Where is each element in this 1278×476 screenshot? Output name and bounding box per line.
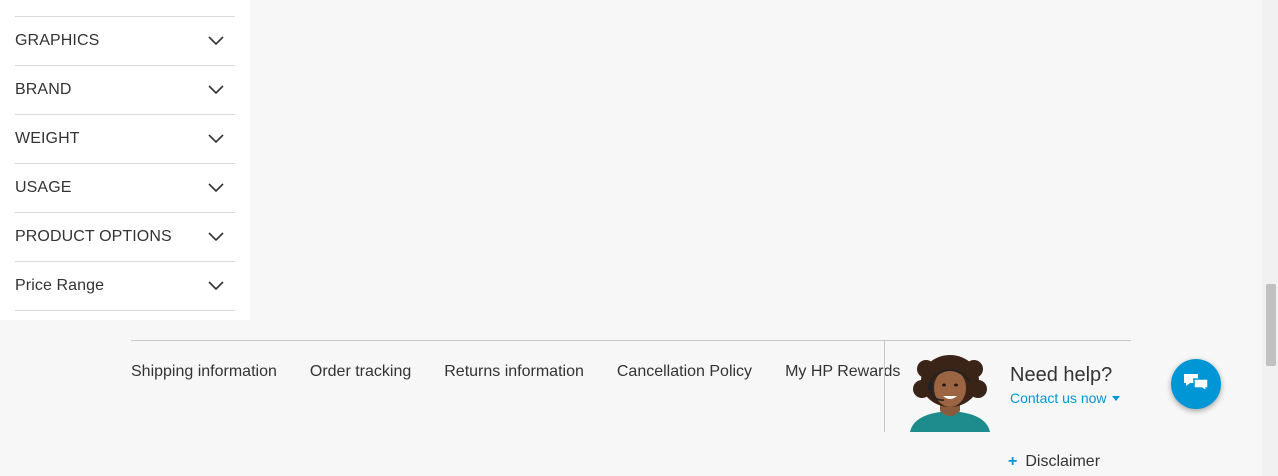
- footer-link-returns[interactable]: Returns information: [444, 362, 584, 382]
- filter-product-options[interactable]: PRODUCT OPTIONS: [15, 213, 235, 262]
- chevron-down-icon: [207, 130, 225, 148]
- caret-down-icon: [1111, 395, 1120, 401]
- footer-links: Shipping information Order tracking Retu…: [131, 362, 933, 382]
- support-agent-avatar: [906, 355, 994, 432]
- need-help-heading: Need help?: [1010, 364, 1113, 386]
- scrollbar-thumb[interactable]: [1266, 284, 1276, 366]
- chevron-down-icon: [207, 228, 225, 246]
- filter-sidebar: GRAPHICS BRAND WEIGHT USAGE PRODUCT OPTI…: [0, 0, 250, 320]
- filter-price-range[interactable]: Price Range: [15, 262, 235, 311]
- footer-link-cancellation[interactable]: Cancellation Policy: [617, 362, 752, 382]
- filter-label: Price Range: [15, 277, 105, 294]
- footer-divider: [131, 340, 1131, 341]
- contact-us-label: Contact us now: [1010, 390, 1107, 406]
- filter-list: GRAPHICS BRAND WEIGHT USAGE PRODUCT OPTI…: [15, 16, 235, 311]
- filter-weight[interactable]: WEIGHT: [15, 115, 235, 164]
- filter-usage[interactable]: USAGE: [15, 164, 235, 213]
- footer-link-shipping[interactable]: Shipping information: [131, 362, 277, 382]
- chevron-down-icon: [207, 81, 225, 99]
- chat-button[interactable]: [1171, 359, 1221, 409]
- chevron-down-icon: [207, 277, 225, 295]
- filter-label: GRAPHICS: [15, 32, 100, 49]
- filter-brand[interactable]: BRAND: [15, 66, 235, 115]
- filter-graphics[interactable]: GRAPHICS: [15, 17, 235, 66]
- chevron-down-icon: [207, 179, 225, 197]
- disclaimer-label: Disclaimer: [1025, 453, 1101, 470]
- chevron-down-icon: [207, 32, 225, 50]
- filter-label: USAGE: [15, 179, 72, 196]
- filter-label: BRAND: [15, 81, 72, 98]
- chat-bubbles-icon: [1183, 372, 1209, 397]
- plus-icon: +: [1008, 453, 1018, 470]
- page-scrollbar[interactable]: [1262, 0, 1278, 476]
- footer-link-order-tracking[interactable]: Order tracking: [310, 362, 411, 382]
- disclaimer-toggle[interactable]: + Disclaimer: [1008, 453, 1100, 471]
- filter-label: WEIGHT: [15, 130, 80, 147]
- contact-us-link[interactable]: Contact us now: [1010, 390, 1120, 406]
- filter-label: PRODUCT OPTIONS: [15, 228, 172, 245]
- footer-vertical-divider: [884, 341, 885, 432]
